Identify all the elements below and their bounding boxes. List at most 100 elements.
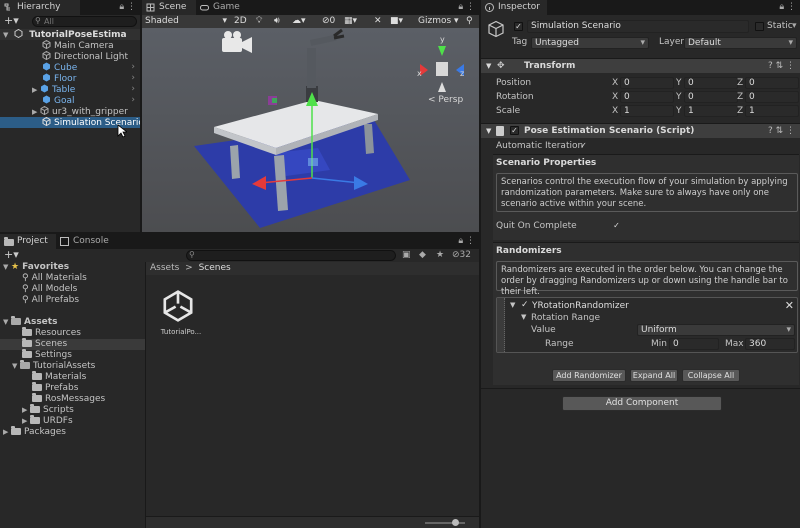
rotation-z-field[interactable]: 0 xyxy=(745,91,799,103)
object-name-field[interactable]: Simulation Scenario xyxy=(527,20,749,33)
mode-2d-button[interactable]: 2D xyxy=(234,15,247,28)
value-dropdown[interactable]: Uniform xyxy=(637,324,795,336)
list-item[interactable]: ⚲ All Materials xyxy=(0,273,145,284)
camera-icon[interactable]: ■▾ xyxy=(390,15,403,28)
add-randomizer-button[interactable]: Add Randomizer xyxy=(552,369,626,382)
active-checkbox[interactable]: ✓ xyxy=(514,22,523,31)
transform-header[interactable]: ▼ ✥ Transform ? ⇅ ⋮ xyxy=(481,58,800,73)
list-item[interactable]: Goal › xyxy=(0,95,140,106)
list-item[interactable]: Materials xyxy=(0,371,145,383)
scene-asset[interactable]: TutorialPo... xyxy=(156,288,206,338)
lighting-icon[interactable]: 💡︎ xyxy=(256,15,262,28)
list-item[interactable]: ▶ ur3_with_gripper xyxy=(0,106,140,117)
filter-label-icon[interactable]: ◆ xyxy=(419,249,426,262)
favorites-row[interactable]: ▼ ★ Favorites xyxy=(0,262,145,273)
auto-iteration-checkbox[interactable]: ✓ xyxy=(579,142,588,151)
list-item[interactable]: Directional Light xyxy=(0,51,140,62)
tab-hierarchy[interactable]: Hierarchy xyxy=(0,0,80,15)
chevron-right-icon[interactable]: › xyxy=(131,73,135,84)
grid-icon[interactable]: ▦▾ xyxy=(344,15,357,28)
expand-arrow-icon[interactable]: ▼ xyxy=(3,317,11,328)
scale-z-field[interactable]: 1 xyxy=(745,105,799,117)
project-menu-icon[interactable]: 🔒︎ ⋮ xyxy=(458,236,475,246)
script-enabled-checkbox[interactable]: ✓ xyxy=(510,126,519,135)
tag-dropdown[interactable]: Untagged xyxy=(531,37,649,49)
position-x-field[interactable]: 0 xyxy=(620,77,674,89)
position-z-field[interactable]: 0 xyxy=(745,77,799,89)
tab-game[interactable]: Game xyxy=(196,0,250,15)
gizmos-dropdown[interactable]: Gizmos ▾ xyxy=(418,15,459,28)
expand-arrow-icon[interactable]: ▼ xyxy=(486,124,491,138)
chevron-down-icon[interactable]: ▾ xyxy=(792,21,797,31)
list-item[interactable]: ▶ Scripts xyxy=(0,404,145,416)
scale-y-field[interactable]: 1 xyxy=(684,105,738,117)
tab-project[interactable]: Project xyxy=(0,234,56,249)
effects-icon[interactable]: ☁︎▾ xyxy=(292,15,306,28)
collapse-all-button[interactable]: Collapse All xyxy=(682,369,740,382)
drag-handle[interactable] xyxy=(497,298,505,352)
scene-menu-icon[interactable]: 🔒︎ ⋮ xyxy=(458,2,475,12)
scale-x-field[interactable]: 1 xyxy=(620,105,674,117)
chevron-right-icon[interactable]: › xyxy=(131,95,135,106)
scene-search-icon[interactable]: ⚲ xyxy=(466,15,473,28)
shading-dropdown[interactable]: Shaded ▾ xyxy=(145,15,227,28)
list-item[interactable]: Cube › xyxy=(0,62,140,73)
expand-arrow-icon[interactable]: ▶ xyxy=(3,427,11,438)
list-item[interactable]: ⚲ All Prefabs xyxy=(0,295,145,306)
list-item[interactable]: ⚲ All Models xyxy=(0,284,145,295)
tree-divider[interactable] xyxy=(145,262,146,528)
tools-icon[interactable]: ✕ xyxy=(374,15,382,28)
create-plus-icon[interactable]: +▾ xyxy=(4,15,19,27)
tab-scene[interactable]: Scene xyxy=(142,0,196,15)
list-item[interactable]: Floor › xyxy=(0,73,140,84)
favorite-star-icon[interactable]: ★ xyxy=(436,249,444,262)
tab-inspector[interactable]: Inspector xyxy=(481,0,547,15)
scene-viewport[interactable]: y x z < Persp xyxy=(142,28,479,232)
rotation-y-field[interactable]: 0 xyxy=(684,91,738,103)
expand-all-button[interactable]: Expand All xyxy=(630,369,678,382)
perspective-label[interactable]: < Persp xyxy=(428,95,463,105)
layer-dropdown[interactable]: Default xyxy=(684,37,797,49)
list-item[interactable]: RosMessages xyxy=(0,393,145,405)
randomizer-enabled-check[interactable]: ✓ xyxy=(521,300,529,310)
expand-arrow-icon[interactable]: ▼ xyxy=(521,313,526,321)
list-item[interactable]: Prefabs xyxy=(0,382,145,394)
inspector-menu-icon[interactable]: 🔒︎ ⋮ xyxy=(779,2,796,12)
position-y-field[interactable]: 0 xyxy=(684,77,738,89)
chevron-right-icon[interactable]: › xyxy=(131,84,135,95)
hierarchy-menu-icon[interactable]: 🔒︎ ⋮ xyxy=(119,2,136,12)
list-item[interactable]: ▶ Table › xyxy=(0,84,140,95)
list-item[interactable]: ▼ TutorialAssets xyxy=(0,360,145,372)
quit-on-complete-checkbox[interactable]: ✓ xyxy=(612,222,621,231)
create-plus-icon[interactable]: +▾ xyxy=(4,249,19,261)
expand-arrow-icon[interactable]: ▶ xyxy=(22,405,30,416)
expand-arrow-icon[interactable]: ▼ xyxy=(3,262,11,273)
script-header[interactable]: ▼ ✓ Pose Estimation Scenario (Script) ? … xyxy=(481,123,800,138)
project-search-input[interactable] xyxy=(186,250,396,261)
close-icon[interactable]: ✕ xyxy=(785,299,794,312)
expand-arrow-icon[interactable]: ▼ xyxy=(12,361,20,372)
list-item[interactable]: ▶ URDFs xyxy=(0,415,145,427)
icon-size-slider[interactable] xyxy=(425,522,465,524)
slider-handle[interactable] xyxy=(452,519,459,526)
scene-root-row[interactable]: ▼ TutorialPoseEstima xyxy=(0,29,140,40)
expand-arrow-icon[interactable]: ▶ xyxy=(22,416,30,427)
rotation-x-field[interactable]: 0 xyxy=(620,91,674,103)
list-item[interactable]: Main Camera xyxy=(0,40,140,51)
hierarchy-search-input[interactable]: All xyxy=(32,16,137,27)
breadcrumb-scenes[interactable]: Scenes xyxy=(199,263,231,273)
hidden-packages-icon[interactable]: ⊘32 xyxy=(452,249,471,262)
max-field[interactable]: 360 xyxy=(745,338,795,350)
component-options-icon[interactable]: ? ⇅ ⋮ xyxy=(768,59,795,73)
static-checkbox[interactable] xyxy=(755,22,764,31)
filter-type-icon[interactable]: ▣ xyxy=(402,249,411,262)
audio-icon[interactable]: 🔊︎ xyxy=(274,15,280,28)
expand-arrow-icon[interactable]: ▼ xyxy=(510,301,515,309)
packages-row[interactable]: ▶ Packages xyxy=(0,426,145,438)
expand-arrow-icon[interactable]: ▼ xyxy=(486,59,491,73)
min-field[interactable]: 0 xyxy=(669,338,719,350)
breadcrumb-assets[interactable]: Assets xyxy=(150,263,179,273)
chevron-right-icon[interactable]: › xyxy=(131,62,135,73)
component-options-icon[interactable]: ? ⇅ ⋮ xyxy=(768,124,795,138)
add-component-button[interactable]: Add Component xyxy=(562,396,722,411)
